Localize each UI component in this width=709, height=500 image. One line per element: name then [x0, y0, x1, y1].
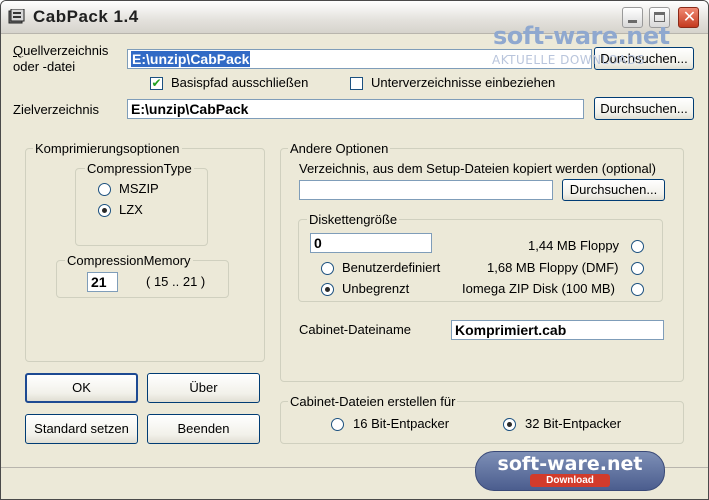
source-label: Quellverzeichnis [13, 43, 109, 58]
unterverzeichnisse-label: Unterverzeichnisse einbeziehen [371, 75, 556, 90]
setup-browse-button[interactable]: Durchsuchen... [562, 179, 665, 201]
watermark-badge-text: soft-ware.net [497, 453, 643, 475]
compression-memory-range: ( 15 .. 21 ) [146, 274, 206, 289]
mszip-radio[interactable] [98, 183, 111, 196]
compression-memory-input[interactable]: 21 [87, 272, 118, 292]
disk-size-title: Diskettengröße [307, 212, 400, 227]
bit16-label: 16 Bit-Entpacker [353, 416, 450, 431]
source-label-line2: oder -datei [13, 59, 76, 74]
close-icon: ✕ [682, 9, 697, 26]
compression-group-title: Komprimierungsoptionen [33, 141, 182, 156]
custom-size-radio[interactable] [321, 262, 334, 275]
other-options-title: Andere Optionen [288, 141, 391, 156]
mszip-label: MSZIP [119, 181, 159, 196]
lzx-label: LZX [119, 202, 143, 217]
window-title: CabPack 1.4 [33, 7, 139, 26]
disk-size-input[interactable]: 0 [310, 233, 432, 253]
target-path-input[interactable]: E:\unzip\CabPack [127, 99, 584, 119]
zip-disk-radio[interactable] [631, 283, 644, 296]
radio-dot-icon [102, 208, 107, 213]
bit32-radio[interactable] [503, 418, 516, 431]
close-button[interactable]: ✕ [678, 7, 699, 28]
source-path-text: E:\unzip\CabPack [131, 51, 251, 67]
basispfad-label: Basispfad ausschließen [171, 75, 309, 90]
main-window: CabPack 1.4 ✕ Quellverzeichnis oder -dat… [0, 0, 709, 500]
target-path-text: E:\unzip\CabPack [131, 101, 249, 117]
custom-size-label: Benutzerdefiniert [342, 260, 441, 275]
radio-dot-icon [325, 287, 330, 292]
source-label-line1: uellverzeichnis [23, 43, 109, 58]
target-label: Zielverzeichnis [13, 102, 99, 117]
compression-type-title: CompressionType [85, 161, 194, 176]
watermark-badge: soft-ware.net Download [475, 451, 665, 491]
bit16-radio[interactable] [331, 418, 344, 431]
unlimited-label: Unbegrenzt [342, 281, 410, 296]
setup-dir-label: Verzeichnis, aus dem Setup-Dateien kopie… [299, 161, 656, 176]
lzx-radio[interactable] [98, 204, 111, 217]
floppy144-radio[interactable] [631, 240, 644, 253]
cabinet-name-input[interactable]: Komprimiert.cab [451, 320, 664, 340]
unterverzeichnisse-checkbox[interactable] [350, 77, 363, 90]
check-icon: ✔ [151, 76, 162, 90]
radio-dot-icon [507, 422, 512, 427]
watermark-top-sub: AKTUELLE DOWNLOADS [492, 53, 645, 67]
defaults-button[interactable]: Standard setzen [25, 414, 138, 444]
ok-button[interactable]: OK [25, 373, 138, 403]
cabinet-name-label: Cabinet-Dateiname [299, 322, 412, 337]
bit32-label: 32 Bit-Entpacker [525, 416, 622, 431]
exit-button[interactable]: Beenden [147, 414, 260, 444]
setup-dir-input[interactable] [299, 180, 553, 200]
floppy168-radio[interactable] [631, 262, 644, 275]
zip-disk-label: Iomega ZIP Disk (100 MB) [462, 281, 615, 296]
platform-group-title: Cabinet-Dateien erstellen für [288, 394, 458, 409]
about-button[interactable]: Über [147, 373, 260, 403]
basispfad-checkbox[interactable]: ✔ [150, 76, 163, 90]
floppy168-label: 1,68 MB Floppy (DMF) [487, 260, 619, 275]
app-icon [8, 9, 25, 24]
maximize-icon [654, 12, 665, 22]
watermark-top: soft-ware.net [493, 22, 670, 50]
watermark-badge-subtext: Download [530, 474, 610, 487]
unlimited-radio[interactable] [321, 283, 334, 296]
compression-memory-title: CompressionMemory [65, 253, 193, 268]
target-browse-button[interactable]: Durchsuchen... [594, 97, 694, 120]
floppy144-label: 1,44 MB Floppy [528, 238, 620, 253]
